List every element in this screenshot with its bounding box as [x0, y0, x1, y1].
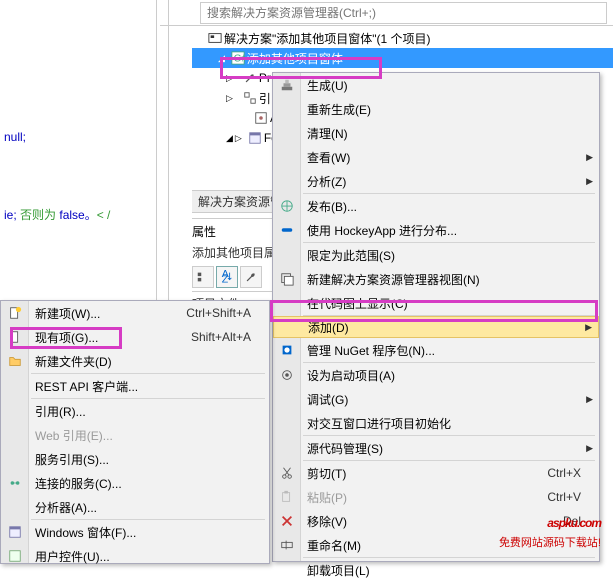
menu-build[interactable]: 生成(U)	[273, 73, 599, 97]
paste-icon	[279, 489, 295, 505]
user-control-icon	[7, 548, 23, 564]
connected-service-icon	[7, 475, 23, 491]
menu-remove[interactable]: 移除(V)Del	[273, 509, 599, 533]
chevron-right-icon: ▶	[586, 152, 593, 163]
expand-icon[interactable]: ▷	[226, 73, 233, 84]
menu-debug[interactable]: 调试(G)▶	[273, 387, 599, 411]
config-icon	[252, 111, 270, 125]
code-line: null;	[4, 130, 26, 144]
menu-user-control[interactable]: 用户控件(U)...	[1, 544, 269, 568]
menu-analyze[interactable]: 分析(Z)▶	[273, 169, 599, 193]
menu-rename[interactable]: 重命名(M)	[273, 533, 599, 557]
project-context-menu: 生成(U) 重新生成(E) 清理(N) 查看(W)▶ 分析(Z)▶ 发布(B).…	[272, 72, 600, 562]
gear-icon	[279, 367, 295, 383]
menu-web-reference: Web 引用(E)...	[1, 423, 269, 447]
project-label: 添加其他项目窗体	[247, 50, 343, 67]
menu-startup[interactable]: 设为启动项目(A)	[273, 363, 599, 387]
menu-clean[interactable]: 清理(N)	[273, 121, 599, 145]
menu-codemap[interactable]: 在代码图上显示(C)	[273, 291, 599, 315]
explorer-toolbar	[160, 0, 613, 26]
solution-node[interactable]: 解决方案"添加其他项目窗体"(1 个项目)	[192, 28, 613, 48]
split-line[interactable]	[168, 0, 169, 300]
menu-service-reference[interactable]: 服务引用(S)...	[1, 447, 269, 471]
new-item-icon	[7, 305, 23, 321]
new-view-icon	[279, 271, 295, 287]
split-line[interactable]	[156, 0, 157, 300]
menu-existing-item[interactable]: 现有项(G)...Shift+Alt+A	[1, 325, 269, 349]
solution-label: 解决方案"添加其他项目窗体"(1 个项目)	[224, 30, 431, 47]
menu-newview[interactable]: 新建解决方案资源管理器视图(N)	[273, 267, 599, 291]
wrench-button[interactable]	[240, 266, 262, 288]
menu-windows-form[interactable]: Windows 窗体(F)...	[1, 520, 269, 544]
code-line: ie; 否则为 false。< /	[4, 206, 110, 223]
svg-text:Z: Z	[222, 273, 229, 284]
menu-scope[interactable]: 限定为此范围(S)	[273, 243, 599, 267]
chevron-right-icon: ▶	[586, 443, 593, 454]
chevron-right-icon: ▶	[586, 394, 593, 405]
chevron-right-icon: ▶	[586, 176, 593, 187]
menu-cut[interactable]: 剪切(T)Ctrl+X	[273, 461, 599, 485]
expand-icon[interactable]: ▷	[226, 93, 233, 104]
solution-icon	[206, 31, 224, 45]
menu-publish[interactable]: 发布(B)...	[273, 194, 599, 218]
rename-icon	[279, 537, 295, 553]
sort-button[interactable]: AZ	[216, 266, 238, 288]
menu-new-item[interactable]: 新建项(W)...Ctrl+Shift+A	[1, 301, 269, 325]
menu-rebuild[interactable]: 重新生成(E)	[273, 97, 599, 121]
menu-interactive[interactable]: 对交互窗口进行项目初始化	[273, 411, 599, 435]
nuget-icon	[279, 342, 295, 358]
project-node[interactable]: ◢ C# 添加其他项目窗体	[192, 48, 613, 68]
menu-hockeyapp[interactable]: 使用 HockeyApp 进行分布...	[273, 218, 599, 242]
menu-add[interactable]: 添加(D)▶	[273, 316, 599, 338]
menu-unload[interactable]: 卸载项目(L)	[273, 558, 599, 582]
menu-source-control[interactable]: 源代码管理(S)▶	[273, 436, 599, 460]
form-icon	[246, 131, 264, 145]
remove-icon	[279, 513, 295, 529]
chevron-right-icon: ▶	[585, 322, 592, 333]
menu-analyzer[interactable]: 分析器(A)...	[1, 495, 269, 519]
menu-connected-service[interactable]: 连接的服务(C)...	[1, 471, 269, 495]
expand-icon[interactable]: ▷	[235, 133, 242, 144]
menu-nuget[interactable]: 管理 NuGet 程序包(N)...	[273, 338, 599, 362]
cut-icon	[279, 465, 295, 481]
publish-icon	[279, 198, 295, 214]
menu-new-folder[interactable]: 新建文件夹(D)	[1, 349, 269, 373]
menu-rest-api[interactable]: REST API 客户端...	[1, 374, 269, 398]
menu-reference[interactable]: 引用(R)...	[1, 399, 269, 423]
hockeyapp-icon	[279, 222, 295, 238]
folder-icon	[7, 353, 23, 369]
collapse-icon[interactable]: ◢	[226, 133, 233, 144]
collapse-icon[interactable]: ◢	[218, 53, 225, 64]
form-icon	[7, 524, 23, 540]
menu-paste: 粘贴(P)Ctrl+V	[273, 485, 599, 509]
build-icon	[279, 77, 295, 93]
add-submenu: 新建项(W)...Ctrl+Shift+A 现有项(G)...Shift+Alt…	[0, 300, 270, 564]
existing-item-icon	[7, 329, 23, 345]
references-icon	[241, 91, 259, 105]
categorize-button[interactable]	[192, 266, 214, 288]
search-input[interactable]	[200, 2, 607, 24]
csharp-project-icon: C#	[229, 51, 247, 65]
svg-text:C#: C#	[234, 53, 245, 65]
menu-view[interactable]: 查看(W)▶	[273, 145, 599, 169]
wrench-icon	[241, 71, 259, 85]
code-editor-bg: null; ie; 否则为 false。< /	[0, 0, 160, 300]
